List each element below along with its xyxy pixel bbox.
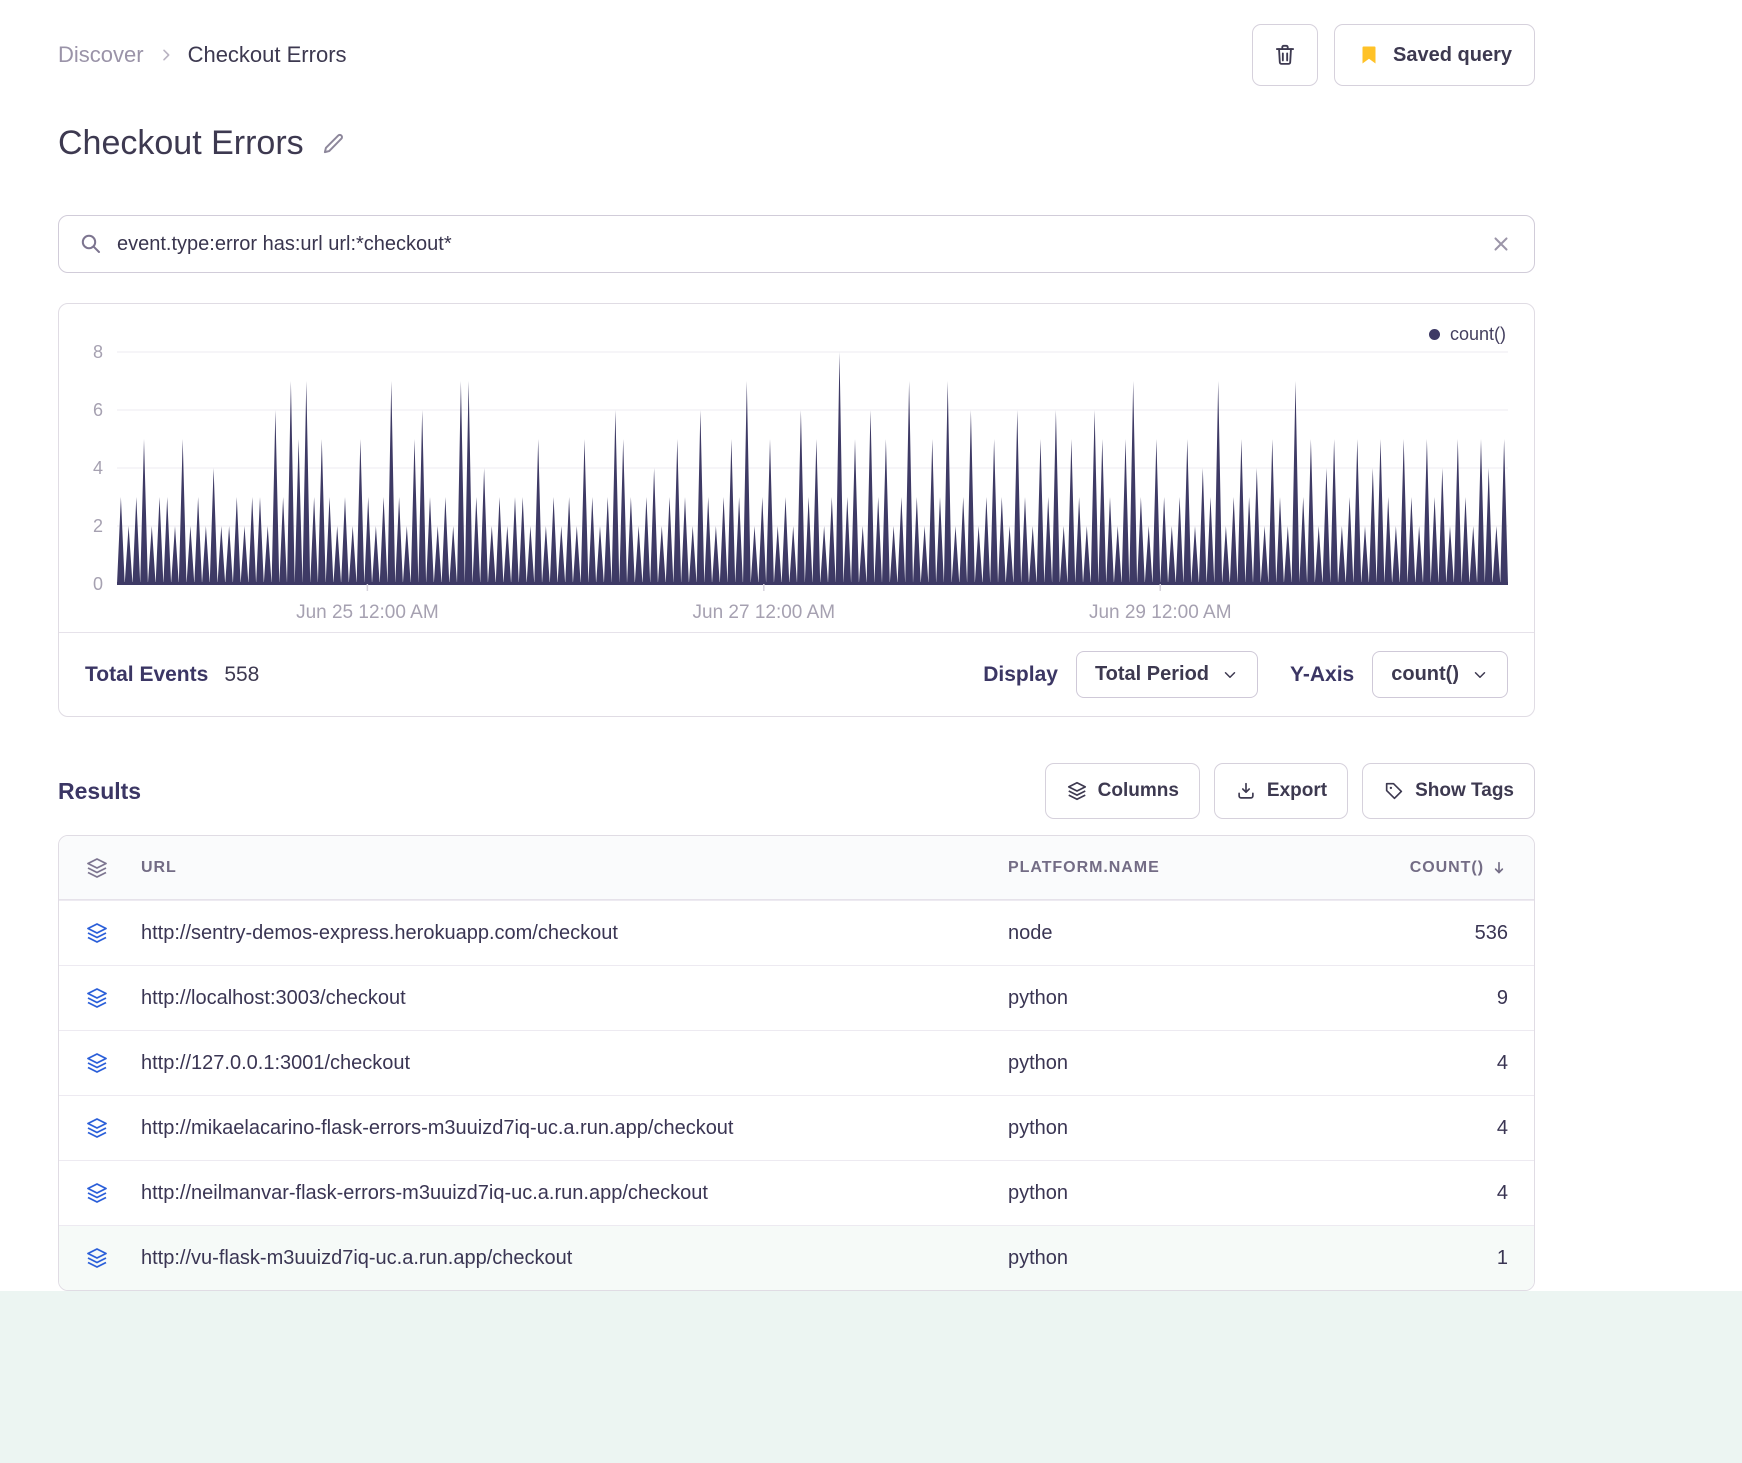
export-button[interactable]: Export: [1213, 763, 1349, 819]
platform-cell: python: [1008, 1246, 1069, 1269]
table-row[interactable]: http://sentry-demos-express.herokuapp.co…: [59, 900, 1534, 965]
column-header-url[interactable]: URL: [141, 859, 1008, 877]
chart-footer: Total Events 558 Display Total Period Y-…: [59, 632, 1534, 716]
search-icon: [79, 232, 103, 256]
export-label: Export: [1266, 780, 1328, 801]
count-cell: 1: [1496, 1246, 1508, 1269]
svg-text:Jun 27 12:00 AM: Jun 27 12:00 AM: [693, 602, 836, 623]
legend-dot: [1428, 329, 1440, 340]
table-header-row: URL PLATFORM.NAME COUNT(): [59, 836, 1534, 900]
total-events-value: 558: [224, 662, 260, 686]
header-stack-icon[interactable]: [85, 856, 141, 880]
page: Discover Checkout Errors Saved query Che…: [0, 0, 1742, 1463]
total-events: Total Events 558: [85, 663, 259, 687]
chart-legend[interactable]: count(): [1428, 324, 1506, 345]
columns-button[interactable]: Columns: [1044, 763, 1200, 819]
yaxis-value: count(): [1391, 663, 1459, 685]
display-value: Total Period: [1094, 663, 1210, 685]
svg-text:2: 2: [93, 516, 103, 536]
chevron-down-icon: [1224, 671, 1236, 678]
show-tags-button[interactable]: Show Tags: [1362, 763, 1535, 819]
svg-text:Jun 25 12:00 AM: Jun 25 12:00 AM: [296, 602, 439, 623]
breadcrumb-current: Checkout Errors: [187, 42, 347, 67]
platform-cell: node: [1008, 921, 1053, 944]
svg-text:4: 4: [93, 458, 103, 478]
title-row: Checkout Errors: [58, 124, 1535, 163]
table-row[interactable]: http://mikaelacarino-flask-errors-m3uuiz…: [59, 1095, 1534, 1160]
results-actions: Columns Export Show Tags: [1044, 763, 1535, 819]
display-label: Display: [983, 662, 1058, 686]
breadcrumb: Discover Checkout Errors: [58, 42, 347, 68]
platform-cell: python: [1008, 1181, 1069, 1204]
table-row[interactable]: http://neilmanvar-flask-errors-m3uuizd7i…: [59, 1160, 1534, 1225]
url-cell[interactable]: http://mikaelacarino-flask-errors-m3uuiz…: [141, 1117, 1008, 1140]
display-dropdown[interactable]: Total Period: [1075, 651, 1259, 698]
bottom-band: [0, 1291, 1742, 1463]
platform-cell: python: [1008, 986, 1069, 1009]
bookmark-icon: [1357, 43, 1381, 67]
top-actions: Saved query: [1252, 24, 1535, 86]
platform-cell: python: [1008, 1116, 1069, 1139]
url-cell[interactable]: http://127.0.0.1:3001/checkout: [141, 1052, 1008, 1075]
chevron-right-icon: [158, 47, 174, 63]
search-bar: [58, 215, 1535, 273]
breadcrumb-discover[interactable]: Discover: [58, 42, 144, 68]
columns-label: Columns: [1097, 780, 1179, 801]
close-icon: [1494, 237, 1508, 251]
stack-icon[interactable]: [85, 921, 141, 945]
table-row[interactable]: http://vu-flask-m3uuizd7iq-uc.a.run.app/…: [59, 1225, 1534, 1290]
count-cell: 9: [1496, 986, 1508, 1009]
chevron-down-icon: [1474, 671, 1486, 678]
count-cell: 4: [1496, 1116, 1508, 1139]
column-header-platform[interactable]: PLATFORM.NAME: [1008, 859, 1348, 877]
delete-query-button[interactable]: [1252, 24, 1319, 86]
edit-pencil-icon[interactable]: [320, 131, 346, 157]
results-title: Results: [58, 777, 142, 804]
count-cell: 4: [1496, 1051, 1508, 1074]
search-input[interactable]: [117, 232, 1474, 256]
export-download-icon: [1235, 780, 1257, 802]
stack-icon[interactable]: [85, 1246, 141, 1270]
column-header-count[interactable]: COUNT(): [1348, 859, 1508, 877]
stack-icon[interactable]: [85, 1051, 141, 1075]
chart-panel: count() 0 2 4 6 8 Jun 25 12:00 AM Jun 27 12:00…: [58, 303, 1535, 717]
count-cell: 536: [1474, 921, 1508, 944]
stack-icon[interactable]: [85, 1116, 141, 1140]
table-row[interactable]: http://127.0.0.1:3001/checkout python 4: [59, 1030, 1534, 1095]
platform-cell: python: [1008, 1051, 1069, 1074]
yaxis-label: Y-Axis: [1290, 662, 1355, 686]
chart-controls: Display Total Period Y-Axis count(): [969, 651, 1508, 698]
top-bar: Discover Checkout Errors Saved query: [58, 0, 1535, 86]
url-cell[interactable]: http://localhost:3003/checkout: [141, 987, 1008, 1010]
count-header-label: COUNT(): [1409, 858, 1484, 876]
stack-icon[interactable]: [85, 1181, 141, 1205]
sort-desc-icon: [1494, 861, 1504, 873]
url-cell[interactable]: http://sentry-demos-express.herokuapp.co…: [141, 922, 1008, 945]
url-cell[interactable]: http://vu-flask-m3uuizd7iq-uc.a.run.app/…: [141, 1247, 1008, 1270]
saved-query-button[interactable]: Saved query: [1334, 24, 1535, 86]
clear-search-button[interactable]: [1488, 231, 1514, 257]
table-row[interactable]: http://localhost:3003/checkout python 9: [59, 965, 1534, 1030]
results-header: Results Columns Export Show Tags: [58, 763, 1535, 819]
yaxis-dropdown[interactable]: count(): [1372, 651, 1508, 698]
chart-area: count() 0 2 4 6 8 Jun 25 12:00 AM Jun 27 12:00…: [59, 304, 1534, 632]
total-events-label: Total Events: [85, 662, 209, 686]
results-table: URL PLATFORM.NAME COUNT() http://sentry-…: [58, 835, 1535, 1291]
svg-text:8: 8: [93, 342, 103, 362]
url-cell[interactable]: http://neilmanvar-flask-errors-m3uuizd7i…: [141, 1182, 1008, 1205]
saved-query-label: Saved query: [1393, 43, 1512, 66]
stack-icon[interactable]: [85, 986, 141, 1010]
tag-icon: [1383, 780, 1405, 802]
svg-text:Jun 29 12:00 AM: Jun 29 12:00 AM: [1089, 602, 1232, 623]
svg-text:6: 6: [93, 400, 103, 420]
events-chart[interactable]: 0 2 4 6 8 Jun 25 12:00 AM Jun 27 12:00 AM Jun 2…: [73, 338, 1516, 630]
count-cell: 4: [1496, 1181, 1508, 1204]
trash-icon: [1272, 42, 1298, 68]
legend-label: count(): [1449, 324, 1506, 344]
show-tags-label: Show Tags: [1415, 780, 1514, 801]
columns-stack-icon: [1066, 780, 1088, 802]
svg-text:0: 0: [93, 574, 103, 594]
page-title: Checkout Errors: [58, 124, 304, 162]
